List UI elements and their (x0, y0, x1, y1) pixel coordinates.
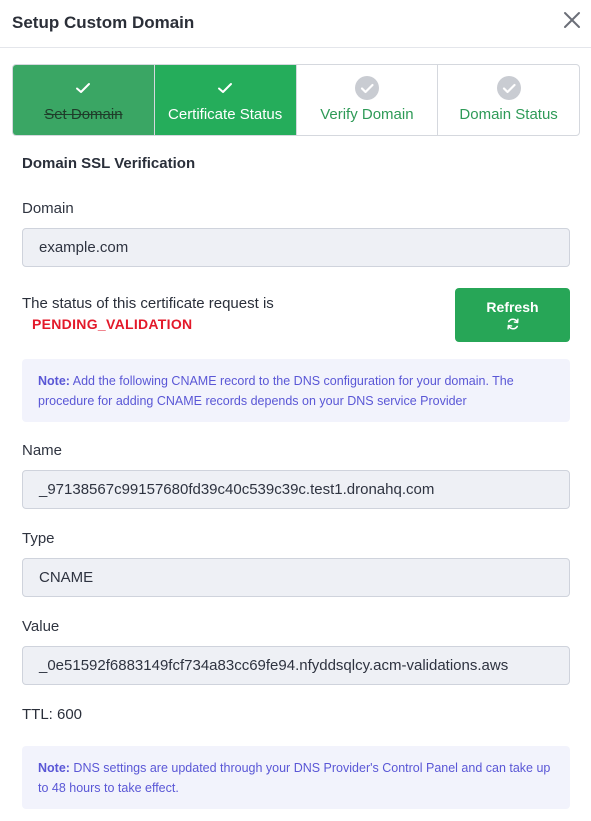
step-label: Set Domain (44, 106, 123, 123)
refresh-icon (506, 318, 519, 330)
refresh-button[interactable]: Refresh (455, 288, 570, 342)
domain-label: Domain (22, 200, 74, 217)
note-text: DNS settings are updated through your DN… (38, 761, 551, 795)
ttl-text: TTL: 600 (22, 706, 83, 723)
type-label: Type (22, 530, 55, 547)
domain-field[interactable]: example.com (22, 228, 570, 267)
note-prefix: Note: (38, 374, 70, 388)
value-label: Value (22, 618, 60, 635)
value-field[interactable]: _0e51592f6883149fcf734a83cc69fe94.nfydds… (22, 646, 570, 685)
refresh-label: Refresh (486, 299, 539, 315)
note-text: Add the following CNAME record to the DN… (38, 374, 514, 408)
step-label: Certificate Status (168, 106, 283, 123)
check-circle-icon (496, 76, 521, 100)
step-certificate-status[interactable]: Certificate Status (153, 65, 296, 135)
cname-note: Note: Add the following CNAME record to … (22, 359, 570, 422)
dialog-title: Setup Custom Domain (12, 13, 195, 32)
close-icon[interactable] (562, 10, 582, 30)
step-set-domain[interactable]: Set Domain (13, 65, 154, 135)
certificate-status-text: The status of this certificate request i… (22, 295, 274, 312)
certificate-status-value: PENDING_VALIDATION (32, 316, 193, 332)
dns-note: Note: DNS settings are updated through y… (22, 746, 570, 809)
step-label: Domain Status (459, 106, 558, 123)
check-icon (218, 83, 233, 93)
name-label: Name (22, 442, 63, 459)
name-field[interactable]: _97138567c99157680fd39c40c539c39c.test1.… (22, 470, 570, 509)
step-label: Verify Domain (320, 106, 414, 123)
step-domain-status[interactable]: Domain Status (437, 65, 579, 135)
dialog-header: Setup Custom Domain (0, 0, 591, 48)
section-title: Domain SSL Verification (22, 155, 196, 172)
check-icon (76, 83, 91, 93)
note-prefix: Note: (38, 761, 70, 775)
step-verify-domain[interactable]: Verify Domain (295, 65, 438, 135)
type-field[interactable]: CNAME (22, 558, 570, 597)
steps-progress: Set Domain Certificate Status Verify Dom… (12, 64, 580, 136)
check-circle-icon (354, 76, 379, 100)
